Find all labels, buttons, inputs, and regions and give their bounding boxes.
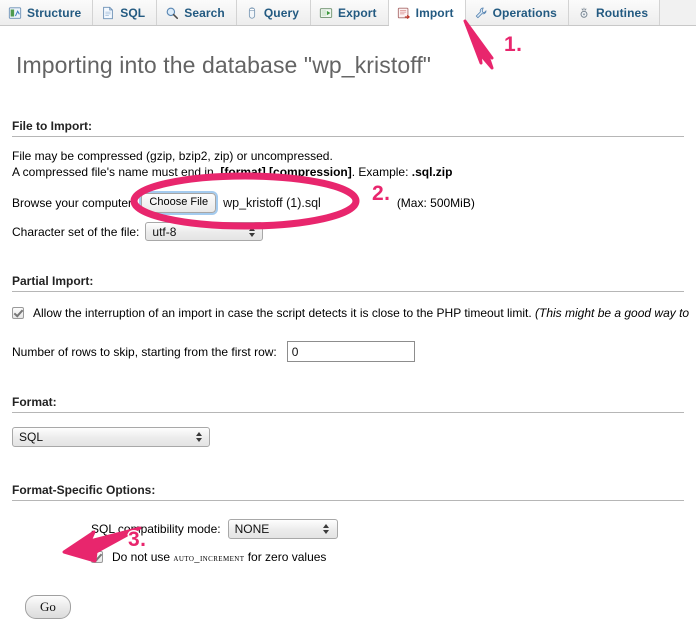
desc-format-token: .[format].[compression] (217, 165, 352, 179)
page-title: Importing into the database "wp_kristoff… (16, 52, 432, 78)
routines-icon (580, 7, 588, 18)
selected-file-name: wp_kristoff (1).sql (223, 196, 321, 210)
tab-query[interactable]: Query (236, 0, 312, 25)
sql-compat-row: SQL compatibility mode: NONE (91, 519, 684, 539)
import-icon (397, 7, 410, 19)
allow-interruption-note: (This might be a good way to (535, 306, 690, 320)
file-upload-control[interactable]: Choose File wp_kristoff (1).sql (141, 193, 321, 213)
tab-export-label: Export (338, 5, 377, 20)
import-page: Importing into the database "wp_kristoff… (0, 52, 696, 619)
file-format-description: File may be compressed (gzip, bzip2, zip… (12, 148, 684, 180)
auto-increment-checkbox[interactable] (91, 551, 103, 563)
export-icon (319, 7, 333, 18)
charset-label: Character set of the file: (12, 224, 140, 239)
allow-interruption-checkbox[interactable] (12, 307, 24, 319)
browse-label: Browse your computer: (12, 196, 136, 210)
tab-operations-label: Operations (492, 5, 557, 20)
tab-export[interactable]: Export (311, 0, 389, 25)
section-title-format-specific-options: Format-Specific Options: (12, 483, 684, 501)
tab-routines[interactable]: Routines (568, 0, 661, 25)
query-icon (248, 6, 255, 19)
go-button-wrap: Go (12, 595, 684, 619)
allow-interruption-row: Allow the interruption of an import in c… (12, 306, 689, 321)
section-title-format: Format: (12, 395, 684, 413)
main-tab-bar: Structure SQL Search Query Export Import… (0, 0, 696, 26)
auto-increment-label: Do not use AUTO_INCREMENT for zero value… (112, 550, 326, 566)
tab-import[interactable]: Import (388, 0, 466, 26)
allow-interruption-label: Allow the interruption of an import in c… (33, 306, 689, 321)
rows-to-skip-input[interactable] (286, 341, 415, 362)
desc-line-1: File may be compressed (gzip, bzip2, zip… (12, 149, 333, 163)
tab-search-label: Search (184, 5, 225, 20)
sql-compat-label: SQL compatibility mode: (91, 522, 221, 536)
rows-to-skip-row: Number of rows to skip, starting from th… (12, 341, 684, 362)
go-button[interactable]: Go (25, 595, 71, 619)
rows-to-skip-label: Number of rows to skip, starting from th… (12, 344, 277, 359)
stepper-arrows-icon (319, 520, 334, 538)
max-upload-size-note: (Max: 500MiB) (396, 196, 475, 210)
tab-sql-label: SQL (120, 5, 146, 20)
sql-icon (103, 6, 114, 19)
desc-line-2: A compressed file's name must end in .[f… (12, 164, 684, 180)
search-icon (166, 7, 179, 19)
wrench-icon (475, 6, 487, 18)
browse-file-row: Browse your computer: Choose File wp_kri… (12, 193, 684, 213)
tab-sql[interactable]: SQL (93, 0, 158, 25)
format-specific-options-body: SQL compatibility mode: NONE Do not use … (12, 519, 684, 566)
stepper-arrows-icon (191, 428, 206, 446)
sql-compat-select[interactable]: NONE (227, 519, 338, 539)
charset-row: Character set of the file: utf-8 (12, 222, 684, 241)
choose-file-button[interactable]: Choose File (141, 193, 217, 213)
tab-query-label: Query (263, 5, 300, 20)
structure-icon (8, 6, 22, 19)
sql-compat-value: NONE (234, 522, 270, 536)
tab-structure[interactable]: Structure (0, 0, 94, 25)
format-select-value: SQL (19, 430, 44, 444)
tab-search[interactable]: Search (157, 0, 237, 25)
auto-increment-post: for zero values (244, 550, 327, 564)
allow-interruption-text: Allow the interruption of an import in c… (33, 306, 532, 320)
stepper-arrows-icon (244, 223, 259, 240)
auto-increment-pre: Do not use (112, 550, 174, 564)
tab-import-label: Import (415, 5, 454, 20)
tab-routines-label: Routines (595, 5, 649, 20)
desc-line-2-pre: A compressed file's name must end in (12, 165, 218, 179)
auto-increment-row: Do not use AUTO_INCREMENT for zero value… (91, 550, 684, 566)
desc-example-token: .sql.zip (411, 165, 453, 179)
tab-operations[interactable]: Operations (465, 0, 569, 25)
section-title-file-to-import: File to Import: (12, 119, 684, 137)
tab-structure-label: Structure (27, 5, 82, 20)
auto-increment-code: AUTO_INCREMENT (173, 553, 245, 564)
charset-select-value: utf-8 (152, 224, 177, 239)
desc-line-2-mid: . Example: (351, 165, 412, 179)
charset-select[interactable]: utf-8 (145, 222, 264, 241)
format-select[interactable]: SQL (12, 427, 210, 447)
section-title-partial-import: Partial Import: (12, 274, 684, 292)
